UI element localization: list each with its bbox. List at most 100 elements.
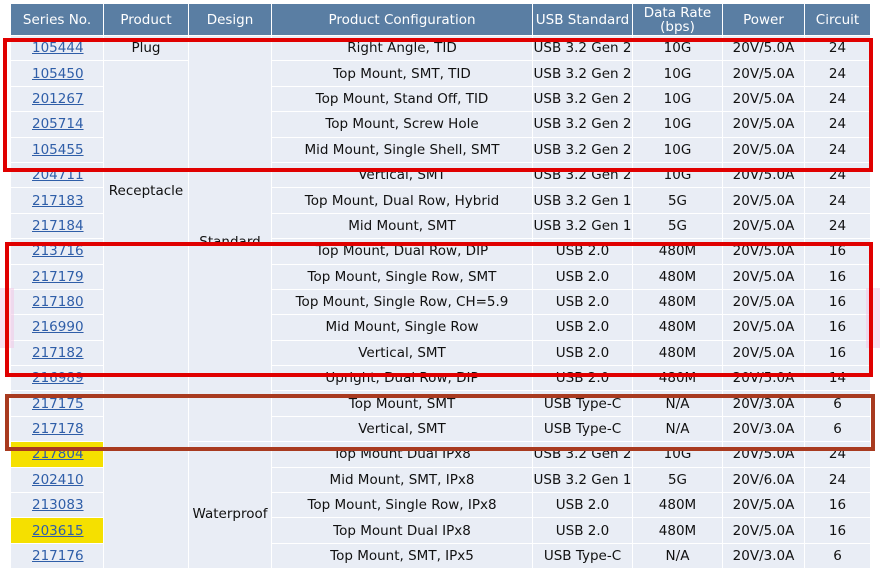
usb-cell: USB Type-C bbox=[532, 390, 633, 417]
rate-cell: 10G bbox=[632, 441, 723, 468]
rate-cell: 10G bbox=[632, 111, 723, 138]
series-link[interactable]: 217179 bbox=[32, 269, 84, 285]
circuit-cell: 24 bbox=[804, 85, 871, 113]
circuit-cell: 24 bbox=[804, 441, 871, 468]
rate-cell: 10G bbox=[632, 136, 723, 163]
table-row: 105450 Receptacle Top Mount, SMT, TID USB 3… bbox=[10, 60, 871, 570]
series-link[interactable]: 217182 bbox=[32, 345, 84, 361]
usb-cell: USB 2.0 bbox=[532, 238, 633, 265]
series-cell: 205714 bbox=[10, 111, 104, 138]
rate-cell: 5G bbox=[632, 212, 723, 240]
power-cell: 20V/5.0A bbox=[722, 136, 805, 163]
config-cell: Top Mount, Dual Row, Hybrid bbox=[271, 187, 533, 214]
series-link[interactable]: 217804 bbox=[32, 446, 84, 462]
power-cell: 20V/5.0A bbox=[722, 314, 805, 341]
power-cell: 20V/5.0A bbox=[722, 212, 805, 240]
series-link[interactable]: 202410 bbox=[32, 472, 84, 488]
series-link[interactable]: 105444 bbox=[32, 40, 84, 56]
series-cell: 217176 bbox=[10, 542, 104, 570]
series-link[interactable]: 105455 bbox=[32, 142, 84, 158]
series-link[interactable]: 203615 bbox=[32, 523, 84, 539]
series-cell: 217183 bbox=[10, 187, 104, 214]
header-rate-line2: (bps) bbox=[660, 18, 695, 35]
circuit-cell: 16 bbox=[804, 238, 871, 265]
series-cell: 105444 bbox=[10, 34, 104, 62]
series-link[interactable]: 217183 bbox=[32, 193, 84, 209]
series-link[interactable]: 201267 bbox=[32, 91, 84, 107]
config-cell: Top Mount, SMT, TID bbox=[271, 60, 533, 87]
config-cell: Top Mount Dual IPx8 bbox=[271, 517, 533, 544]
series-link[interactable]: 216989 bbox=[32, 370, 84, 386]
series-cell: 203615 bbox=[10, 517, 104, 544]
power-cell: 20V/5.0A bbox=[722, 517, 805, 544]
series-link[interactable]: 217184 bbox=[32, 218, 84, 234]
series-link[interactable]: 217178 bbox=[32, 421, 84, 437]
config-cell: Mid Mount, SMT, IPx8 bbox=[271, 466, 533, 494]
design-cell-waterproof: Waterproof bbox=[188, 441, 272, 570]
series-cell: 216989 bbox=[10, 365, 104, 392]
header-product[interactable]: Product bbox=[103, 3, 189, 36]
rate-cell: 480M bbox=[632, 339, 723, 367]
series-link[interactable]: 105450 bbox=[32, 66, 84, 82]
series-link[interactable]: 213716 bbox=[32, 243, 84, 259]
series-cell: 217179 bbox=[10, 263, 104, 290]
header-row: Series No. Product Design Product Config… bbox=[10, 3, 871, 36]
circuit-cell: 14 bbox=[804, 365, 871, 392]
circuit-cell: 6 bbox=[804, 542, 871, 570]
series-cell: 217184 bbox=[10, 212, 104, 240]
series-cell: 217178 bbox=[10, 415, 104, 443]
usb-cell: USB 2.0 bbox=[532, 339, 633, 367]
header-usb[interactable]: USB Standard bbox=[532, 3, 633, 36]
rate-cell: N/A bbox=[632, 390, 723, 417]
series-link[interactable]: 216990 bbox=[32, 319, 84, 335]
product-cell-receptacle: Receptacle bbox=[103, 60, 189, 570]
power-cell: 20V/5.0A bbox=[722, 441, 805, 468]
header-power[interactable]: Power bbox=[722, 3, 805, 36]
header-rate[interactable]: Data Rate (bps) bbox=[632, 3, 723, 36]
circuit-cell: 24 bbox=[804, 466, 871, 494]
rate-cell: 480M bbox=[632, 365, 723, 392]
usb-cell: USB 3.2 Gen 2 bbox=[532, 60, 633, 87]
series-link[interactable]: 213083 bbox=[32, 497, 84, 513]
circuit-cell: 6 bbox=[804, 390, 871, 417]
series-link[interactable]: 205714 bbox=[32, 116, 84, 132]
usb-cell: USB 2.0 bbox=[532, 314, 633, 341]
header-design[interactable]: Design bbox=[188, 3, 272, 36]
circuit-cell: 16 bbox=[804, 339, 871, 367]
header-config[interactable]: Product Configuration bbox=[271, 3, 533, 36]
config-cell: Top Mount, Screw Hole bbox=[271, 111, 533, 138]
series-link[interactable]: 217175 bbox=[32, 396, 84, 412]
series-link[interactable]: 217176 bbox=[32, 548, 84, 564]
usb-cell: USB 3.2 Gen 1 bbox=[532, 212, 633, 240]
power-cell: 20V/5.0A bbox=[722, 263, 805, 290]
config-cell: Mid Mount, Single Row bbox=[271, 314, 533, 341]
header-circuit[interactable]: Circuit bbox=[804, 3, 871, 36]
config-cell: Vertical, SMT bbox=[271, 339, 533, 367]
usb-cell: USB 3.2 Gen 2 bbox=[532, 85, 633, 113]
circuit-cell: 24 bbox=[804, 111, 871, 138]
power-cell: 20V/3.0A bbox=[722, 542, 805, 570]
power-cell: 20V/5.0A bbox=[722, 34, 805, 62]
config-cell: Vertical, SMT bbox=[271, 415, 533, 443]
rate-cell: N/A bbox=[632, 542, 723, 570]
power-cell: 20V/5.0A bbox=[722, 288, 805, 316]
usb-cell: USB 2.0 bbox=[532, 517, 633, 544]
header-series[interactable]: Series No. bbox=[10, 3, 104, 36]
config-cell: Top Mount, Single Row, CH=5.9 bbox=[271, 288, 533, 316]
circuit-cell: 24 bbox=[804, 187, 871, 214]
series-link[interactable]: 204711 bbox=[32, 167, 84, 183]
rate-cell: 10G bbox=[632, 161, 723, 189]
usb-cell: USB 2.0 bbox=[532, 492, 633, 519]
rate-cell: 480M bbox=[632, 314, 723, 341]
circuit-cell: 16 bbox=[804, 288, 871, 316]
circuit-cell: 24 bbox=[804, 60, 871, 87]
table-body: 105444 Plug Standard Right Angle, TID USB 3.… bbox=[10, 34, 871, 570]
usb-cell: USB 2.0 bbox=[532, 288, 633, 316]
config-cell: Mid Mount, SMT bbox=[271, 212, 533, 240]
power-cell: 20V/3.0A bbox=[722, 390, 805, 417]
circuit-cell: 24 bbox=[804, 34, 871, 62]
usb-cell: USB Type-C bbox=[532, 415, 633, 443]
usb-cell: USB 3.2 Gen 2 bbox=[532, 111, 633, 138]
series-link[interactable]: 217180 bbox=[32, 294, 84, 310]
circuit-cell: 16 bbox=[804, 263, 871, 290]
